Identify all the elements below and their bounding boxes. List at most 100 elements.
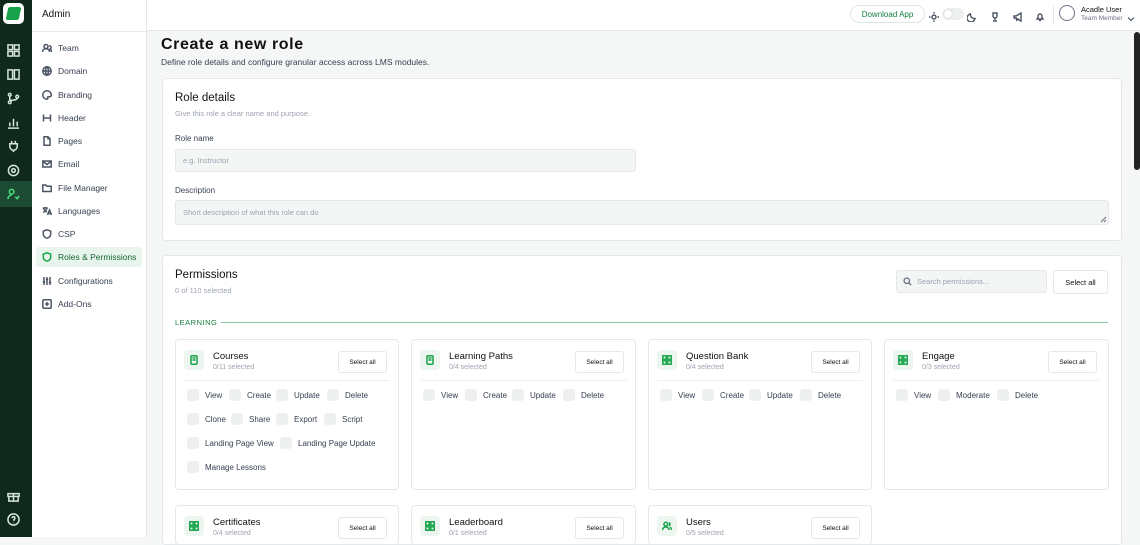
permission-checkbox-update[interactable]: Update [749,389,793,401]
checkbox[interactable] [563,389,575,401]
module-select-all-button[interactable]: Select all [338,517,387,539]
permission-checkbox-create[interactable]: Create [229,389,271,401]
module-select-all-button[interactable]: Select all [811,351,860,373]
page-subtitle: Define role details and configure granul… [161,57,430,67]
permission-checkbox-view[interactable]: View [896,389,931,401]
moon-icon[interactable] [966,9,977,23]
checkbox[interactable] [187,413,199,425]
checkbox[interactable] [938,389,950,401]
module-icon [184,516,204,536]
checkbox[interactable] [231,413,243,425]
sidebar-item-csp[interactable]: CSP [36,224,142,244]
app-logo[interactable] [3,3,24,24]
permission-checkbox-delete[interactable]: Delete [800,389,841,401]
settings-icon[interactable] [6,163,20,177]
palette-icon [42,90,52,100]
select-all-button[interactable]: Select all [1053,270,1108,294]
user-name[interactable]: Acadle User [1081,5,1122,14]
book-open-icon[interactable] [6,67,20,81]
permission-checkbox-view[interactable]: View [187,389,222,401]
user-avatar[interactable] [1059,5,1075,21]
checkbox[interactable] [187,437,199,449]
dashboard-icon[interactable] [6,43,20,57]
theme-toggle[interactable] [942,8,964,20]
bell-icon[interactable] [1035,9,1045,22]
scrollbar[interactable] [1134,32,1140,170]
checkbox[interactable] [997,389,1009,401]
sidebar-item-header[interactable]: Header [36,108,142,128]
permission-checkbox-delete[interactable]: Delete [563,389,604,401]
permission-checkbox-moderate[interactable]: Moderate [938,389,990,401]
sidebar-item-pages[interactable]: Pages [36,131,142,151]
file-icon [43,136,51,146]
checkbox[interactable] [749,389,761,401]
permission-checkbox-view[interactable]: View [423,389,458,401]
permission-checkbox-view[interactable]: View [660,389,695,401]
checkbox[interactable] [276,413,288,425]
permission-label: Clone [205,414,226,424]
permission-checkbox-update[interactable]: Update [276,389,320,401]
search-permissions-input[interactable]: Search permissions... [896,270,1047,293]
description-textarea[interactable]: Short description of what this role can … [175,200,1109,225]
permission-label: Delete [1015,390,1039,400]
sidebar-item-domain[interactable]: Domain [36,61,142,81]
chevron-down-icon[interactable] [1127,10,1135,22]
module-select-all-button[interactable]: Select all [575,351,624,373]
permission-checkbox-landing-page-view[interactable]: Landing Page View [187,437,274,449]
checkbox[interactable] [702,389,714,401]
checkbox[interactable] [896,389,908,401]
permission-checkbox-export[interactable]: Export [276,413,317,425]
sidebar-item-email[interactable]: Email [36,154,142,174]
checkbox[interactable] [423,389,435,401]
checkbox[interactable] [324,413,336,425]
module-select-all-button[interactable]: Select all [575,517,624,539]
permission-checkbox-delete[interactable]: Delete [997,389,1038,401]
role-name-input[interactable]: e.g. Instructor [175,149,636,172]
gift-icon[interactable] [6,488,20,502]
module-count: 0/3 selected [922,364,960,371]
sidebar-item-branding[interactable]: Branding [36,85,142,105]
module-select-all-button[interactable]: Select all [338,351,387,373]
permission-checkbox-update[interactable]: Update [512,389,556,401]
sidebar-item-roles-permissions[interactable]: Roles & Permissions [36,247,142,267]
permission-checkbox-clone[interactable]: Clone [187,413,226,425]
permission-checkbox-manage-lessons[interactable]: Manage Lessons [187,461,266,473]
checkbox[interactable] [187,389,199,401]
sidebar-item-add-ons[interactable]: Add-Ons [36,294,142,314]
permission-checkbox-script[interactable]: Script [324,413,362,425]
checkbox[interactable] [465,389,477,401]
plus-square-icon [42,299,52,309]
resize-handle-icon[interactable] [1100,216,1107,223]
plug-icon[interactable] [6,139,20,153]
checkbox[interactable] [229,389,241,401]
checkbox[interactable] [512,389,524,401]
checkbox[interactable] [800,389,812,401]
megaphone-icon[interactable] [1013,9,1023,23]
checkbox[interactable] [280,437,292,449]
bar-chart-icon[interactable] [6,115,20,129]
module-select-all-button[interactable]: Select all [1048,351,1097,373]
permission-checkbox-delete[interactable]: Delete [327,389,368,401]
sidebar-item-file-manager[interactable]: File Manager [36,178,142,198]
sun-icon[interactable] [929,9,939,22]
checkbox[interactable] [276,389,288,401]
download-app-button[interactable]: Download App [850,5,925,23]
module-select-all-button[interactable]: Select all [811,517,860,539]
sidebar-item-label: File Manager [58,183,108,193]
permission-checkbox-create[interactable]: Create [465,389,507,401]
checkbox[interactable] [327,389,339,401]
sidebar-item-team[interactable]: Team [36,38,142,58]
sidebar-item-configurations[interactable]: Configurations [36,271,142,291]
trophy-icon[interactable] [990,9,1000,22]
checkbox[interactable] [187,461,199,473]
user-cog-icon[interactable] [6,187,20,201]
git-branch-icon[interactable] [6,91,20,105]
permission-checkbox-share[interactable]: Share [231,413,270,425]
permission-checkbox-landing-page-update[interactable]: Landing Page Update [280,437,375,449]
help-icon[interactable] [6,512,20,526]
permission-label: View [914,390,932,400]
permission-checkbox-create[interactable]: Create [702,389,744,401]
module-card-courses: Courses 0/11 selected Select all View Create… [175,339,399,490]
checkbox[interactable] [660,389,672,401]
sidebar-item-languages[interactable]: Languages [36,201,142,221]
